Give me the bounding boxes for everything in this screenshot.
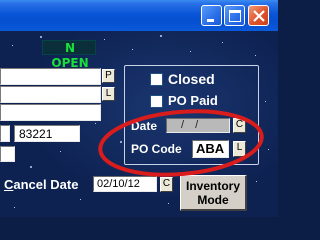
cancel-date-label: Cancel Date <box>4 177 78 193</box>
cancel-date-calendar-button[interactable]: C <box>160 177 173 192</box>
po-code-field[interactable]: ABA <box>192 140 229 158</box>
text-field-5[interactable] <box>0 146 15 162</box>
text-field-4[interactable] <box>0 125 10 142</box>
date-field[interactable]: / / <box>166 118 230 133</box>
minimize-button[interactable] <box>201 5 222 26</box>
minimize-icon <box>207 19 214 22</box>
cancel-date-label-rest: ancel Date <box>13 177 79 192</box>
po-paid-checkbox[interactable] <box>150 95 163 108</box>
po-code-label: PO Code <box>131 142 182 156</box>
maximize-button[interactable] <box>224 5 245 26</box>
text-field-3[interactable] <box>0 104 101 121</box>
cancel-date-field[interactable]: 02/10/12 <box>93 176 157 192</box>
po-paid-label: PO Paid <box>168 93 218 108</box>
maximize-icon <box>229 10 241 22</box>
closed-checkbox[interactable] <box>150 73 163 86</box>
date-calendar-button[interactable]: C <box>233 118 246 133</box>
title-bar <box>0 0 278 31</box>
p-button[interactable]: P <box>102 69 115 83</box>
inventory-mode-line2: Mode <box>197 193 229 207</box>
cancel-date-accel-letter: C <box>4 177 14 192</box>
po-code-lookup-button[interactable]: L <box>233 141 246 157</box>
inventory-mode-line1: Inventory <box>185 179 240 193</box>
l-button[interactable]: L <box>102 87 115 101</box>
number-field[interactable]: 83221 <box>14 125 80 142</box>
close-icon <box>253 10 265 22</box>
text-field-2[interactable] <box>0 86 101 103</box>
close-button[interactable] <box>248 5 269 26</box>
date-label: Date <box>131 119 158 133</box>
text-field-1[interactable] <box>0 68 101 85</box>
inventory-mode-button[interactable]: Inventory Mode <box>180 175 247 211</box>
closed-label: Closed <box>168 71 215 87</box>
status-badge: N OPEN <box>42 40 96 70</box>
